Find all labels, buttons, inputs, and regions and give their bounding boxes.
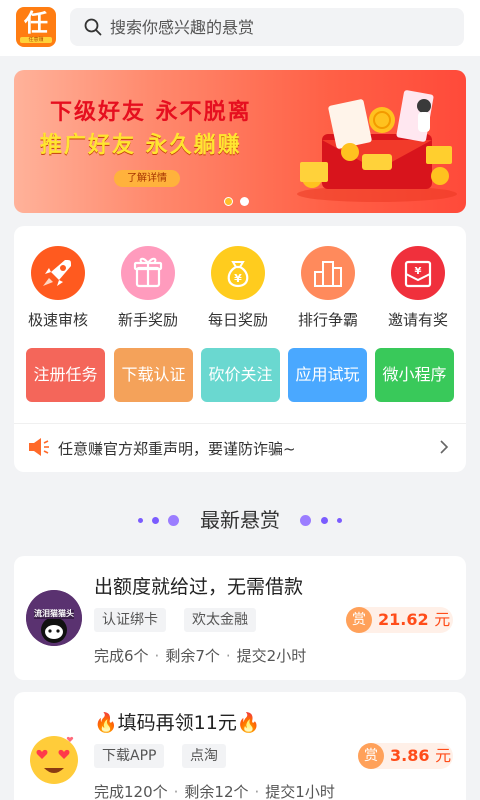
task-tag: 认证绑卡 <box>94 608 166 632</box>
task-title: 🔥填码再领11元🔥 <box>94 712 261 734</box>
task-card[interactable]: 🔥填码再领11元🔥 下载APP 点淘 赏 3.86 元 完成120个 · 剩余12个… <box>14 692 466 800</box>
reward-amount: 21.62 <box>378 610 429 629</box>
task-meta: 完成120个 · 剩余12个 · 提交1小时 <box>94 783 335 800</box>
quick-entry-label: 新手奖励 <box>117 311 178 329</box>
task-tag: 点淘 <box>182 744 226 768</box>
gift-icon <box>121 246 175 300</box>
svg-text:¥: ¥ <box>234 272 242 285</box>
task-title: 出额度就给过，无需借款 <box>94 576 304 598</box>
reward-amount: 3.86 <box>390 746 430 765</box>
search-icon <box>84 18 102 36</box>
quick-entry-label: 每日奖励 <box>207 311 268 329</box>
tile-bargain-follow[interactable]: 砍价关注 <box>201 348 280 402</box>
task-completed: 完成6个 <box>94 647 149 665</box>
tile-download-verify[interactable]: 下载认证 <box>114 348 193 402</box>
task-tag: 欢太金融 <box>184 608 256 632</box>
learn-more-button[interactable]: 了解详情 <box>114 170 180 187</box>
section-header: 最新悬赏 <box>0 505 480 535</box>
logo-char: 任 <box>24 9 48 37</box>
quick-entry-ranking[interactable]: 排行争霸 <box>288 246 368 330</box>
top-bar: 任 任意赚 <box>0 0 480 56</box>
rocket-icon <box>31 246 85 300</box>
task-submit-time: 提交2小时 <box>236 647 307 665</box>
task-meta: 完成6个 · 剩余7个 · 提交2小时 <box>94 647 307 665</box>
search-bar[interactable] <box>70 8 464 46</box>
app-logo[interactable]: 任 任意赚 <box>16 7 56 47</box>
section-title: 最新悬赏 <box>200 508 280 532</box>
reward-icon: 赏 <box>358 743 384 769</box>
svg-text:¥: ¥ <box>415 266 422 277</box>
reward-amount-wrap: 21.62 元 <box>378 607 450 633</box>
task-completed: 完成120个 <box>94 783 168 800</box>
reward-unit: 元 <box>434 610 451 629</box>
promo-banner[interactable]: 下级好友 永不脱离 推广好友 永久躺赚 了解详情 <box>14 70 466 213</box>
chevron-right-icon[interactable] <box>438 439 450 455</box>
section-dot <box>152 517 159 524</box>
quick-entry-label: 排行争霸 <box>297 311 358 329</box>
avatar-text: 流泪猫猫头 <box>34 609 74 618</box>
section-dot <box>168 515 179 526</box>
ranking-icon <box>301 246 355 300</box>
banner-headline-2: 推广好友 永久躺赚 <box>40 132 242 158</box>
avatar-cat-icon: 流泪猫猫头 <box>26 590 82 646</box>
red-envelope-illustration <box>297 90 457 202</box>
carousel-dot-active[interactable] <box>224 197 233 206</box>
section-dot <box>138 518 143 523</box>
task-submit-time: 提交1小时 <box>265 783 335 800</box>
speaker-icon <box>29 438 49 456</box>
quick-entry-newbie-reward[interactable]: 新手奖励 <box>108 246 188 330</box>
carousel-dot[interactable] <box>240 197 249 206</box>
section-dot <box>337 518 342 523</box>
search-input[interactable] <box>110 8 450 46</box>
menu-card: 极速审核 新手奖励 ¥ 每日奖励 排行争霸 ¥ 邀请有奖 注册任务 下载认证 砍… <box>14 226 466 472</box>
notice-text: 任意赚官方郑重声明，要谨防诈骗~ <box>58 440 296 458</box>
quick-entry-invite[interactable]: ¥ 邀请有奖 <box>378 246 458 330</box>
banner-headline-1: 下级好友 永不脱离 <box>50 99 252 125</box>
task-remaining: 剩余7个 <box>165 647 220 665</box>
quick-entry-label: 邀请有奖 <box>387 311 448 329</box>
money-bag-icon: ¥ <box>211 246 265 300</box>
reward-unit: 元 <box>435 746 452 765</box>
envelope-icon: ¥ <box>391 246 445 300</box>
reward-badge: 赏 21.62 元 <box>346 607 453 633</box>
tile-mini-program[interactable]: 微小程序 <box>375 348 454 402</box>
quick-entry-fast-review[interactable]: 极速审核 <box>18 246 98 330</box>
task-card[interactable]: 流泪猫猫头 出额度就给过，无需借款 认证绑卡 欢太金融 赏 21.62 元 完成… <box>14 556 466 680</box>
reward-amount-wrap: 3.86 元 <box>390 743 451 769</box>
tile-app-trial[interactable]: 应用试玩 <box>288 348 367 402</box>
section-dot <box>321 517 328 524</box>
quick-entry-daily-reward[interactable]: ¥ 每日奖励 <box>198 246 278 330</box>
section-dot <box>300 515 311 526</box>
reward-icon: 赏 <box>346 607 372 633</box>
task-remaining: 剩余12个 <box>184 783 249 800</box>
reward-badge: 赏 3.86 元 <box>358 743 453 769</box>
quick-entry-label: 极速审核 <box>27 311 88 329</box>
tile-register-task[interactable]: 注册任务 <box>26 348 105 402</box>
task-tag: 下载APP <box>94 744 165 768</box>
heart-eyes-emoji-icon <box>26 730 82 786</box>
logo-subtitle: 任意赚 <box>20 37 52 43</box>
notice-bar[interactable]: 任意赚官方郑重声明，要谨防诈骗~ <box>14 423 466 472</box>
